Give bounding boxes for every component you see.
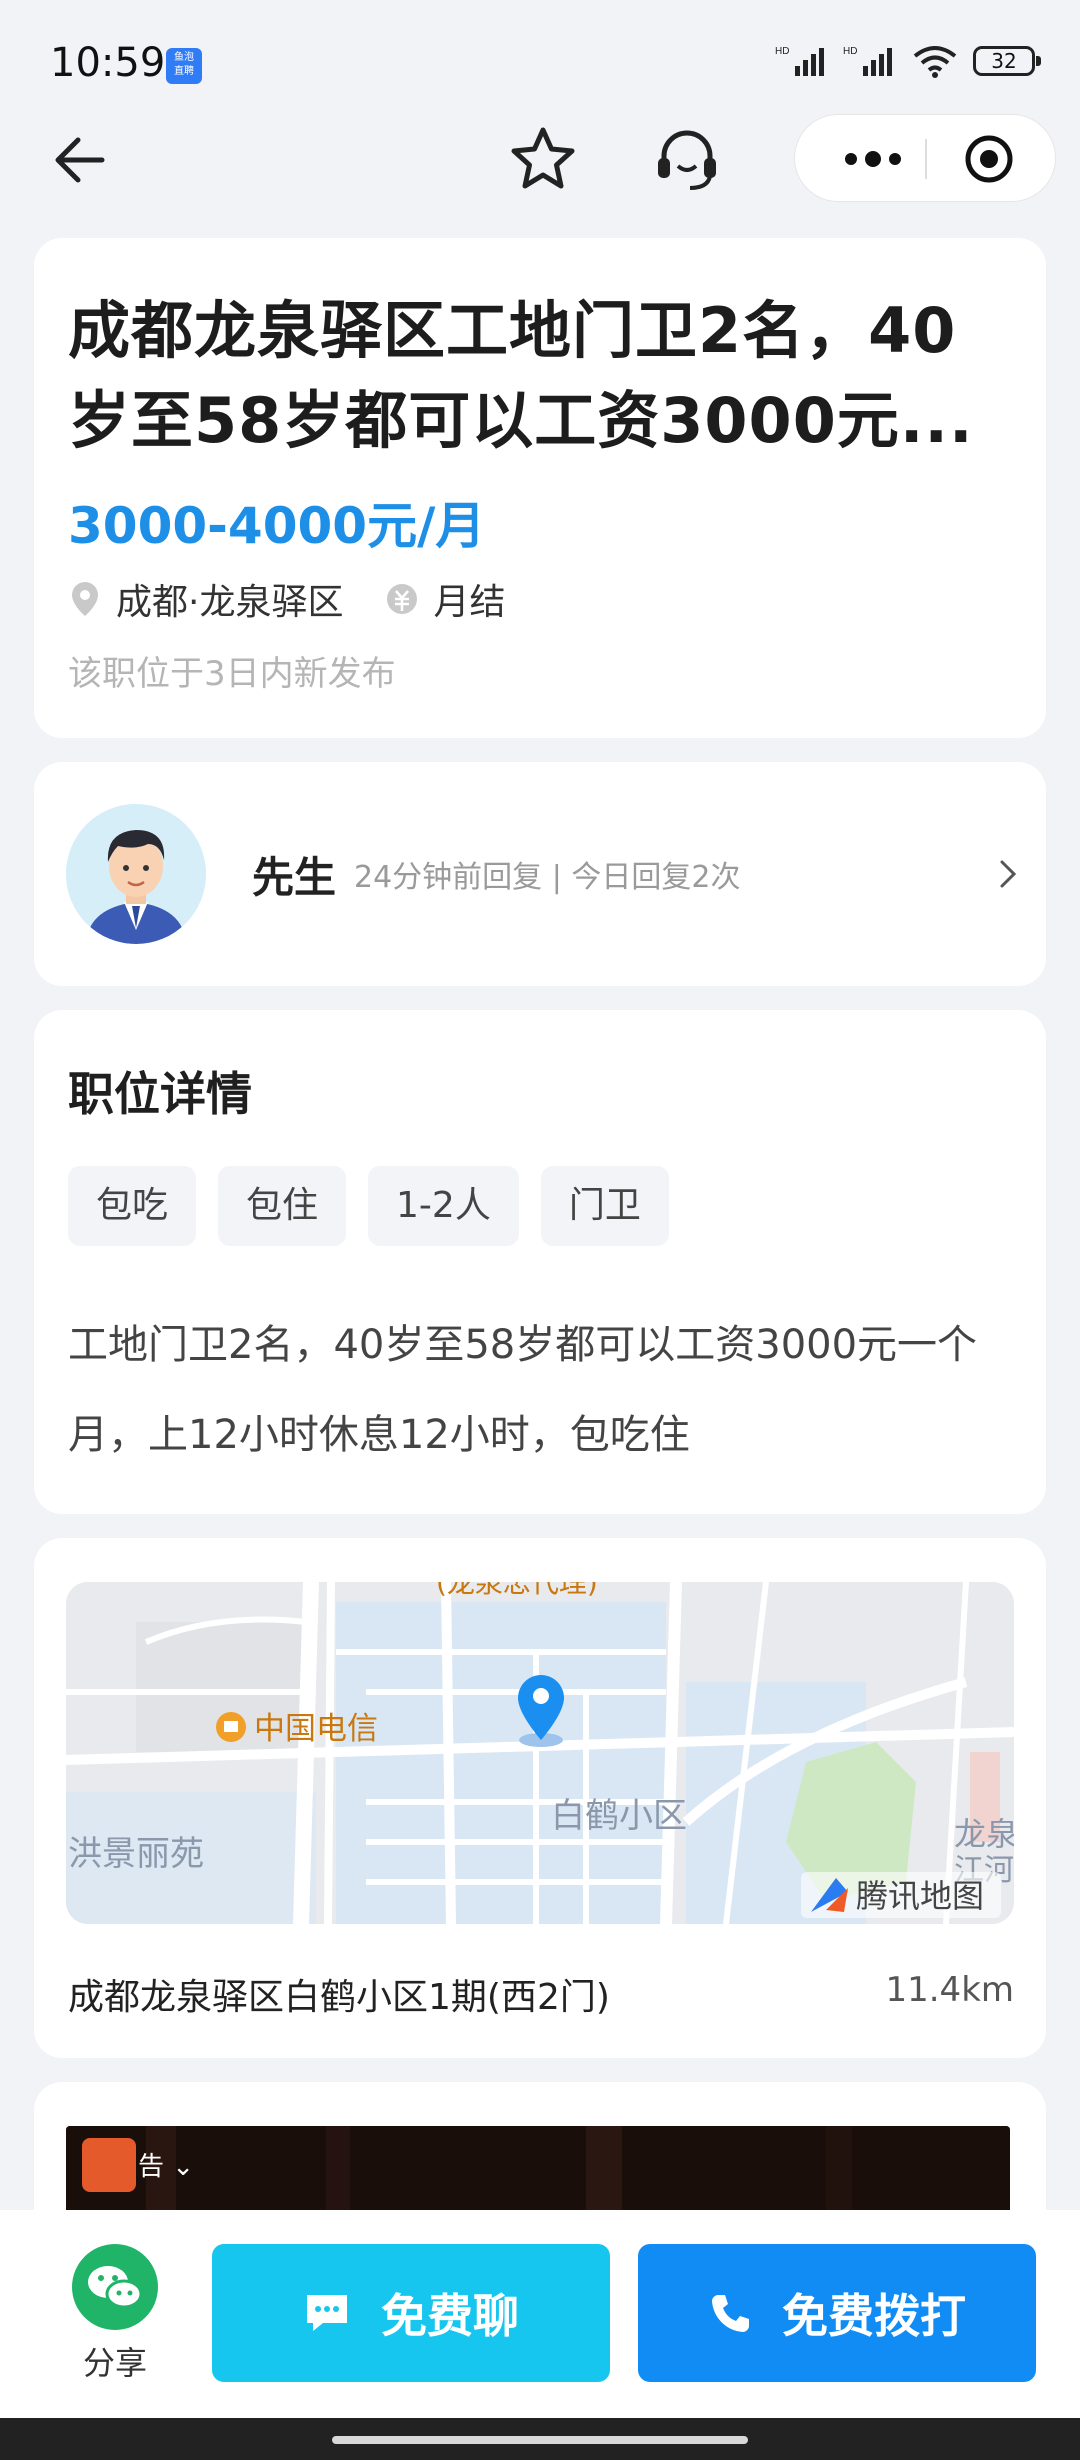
signal-icon-2: HD [843,46,892,76]
map-view[interactable]: 中国电信 白鹤小区 洪景丽苑 龙泉 江河 (龙泉忠代理) 腾讯地图 [66,1582,1014,1924]
job-meta: 成都·龙泉驿区 月结 [68,573,547,625]
location-pin-icon [72,582,98,616]
posted-info: 该职位于3日内新发布 [68,654,396,694]
avatar-illustration [66,804,206,944]
map-label-baihe: 白鹤小区 [551,1796,687,1836]
map-label-longquan: 龙泉 [954,1815,1014,1853]
details-title: 职位详情 [68,1067,252,1121]
nav-bar [0,110,1080,210]
close-target-icon[interactable] [963,133,1015,185]
address-text: 成都龙泉驿区白鹤小区1期(西2门) [68,1977,610,2018]
svg-text:HD: HD [775,46,789,57]
free-chat-button[interactable]: 免费聊 [212,2244,610,2382]
status-time: 10:59 [50,40,166,86]
status-icons: HD HD 32 [775,44,1041,78]
bottom-action-bar: 分享 免费聊 免费拨打 [0,2210,1080,2418]
salary: 3000-4000元/月 [68,497,486,555]
map-label-top: (龙泉忠代理) [436,1582,598,1599]
tag: 1-2人 [368,1166,519,1246]
map-label-telecom: 中国电信 [254,1711,378,1747]
recruiter-avatar [66,804,206,944]
svg-text:HD: HD [843,46,857,57]
badge-line1: 鱼泡 [174,52,194,63]
home-indicator[interactable] [332,2436,748,2444]
job-tags: 包吃 包住 1-2人 门卫 [68,1166,669,1246]
capsule-divider [925,139,927,179]
system-nav-bar [0,2418,1080,2460]
battery-icon: 32 [973,46,1041,76]
badge-line2: 直聘 [174,66,194,77]
chevron-right-icon [1000,860,1017,888]
location-card[interactable]: 中国电信 白鹤小区 洪景丽苑 龙泉 江河 (龙泉忠代理) 腾讯地图 成都龙泉驿区… [34,1538,1046,2058]
app-badge-icon: 鱼泡 直聘 [166,48,202,84]
more-dots-icon[interactable] [833,137,913,181]
location-item: 成都·龙泉驿区 [68,573,343,625]
ad-label[interactable]: 告 ⌄ [138,2146,194,2183]
tag: 包住 [218,1166,347,1246]
map-label-hongjing: 洪景丽苑 [68,1834,204,1874]
job-description: 工地门卫2名，40岁至58岁都可以工资3000元一个月，上12小时休息12小时，… [68,1322,978,1458]
wifi-icon [913,46,957,78]
job-summary-card: 成都龙泉驿区工地门卫2名，40岁至58岁都可以工资3000元... 3000-4… [34,238,1046,738]
wechat-icon [72,2244,158,2330]
chat-label: 免费聊 [381,2289,519,2343]
back-arrow-icon[interactable] [48,128,112,192]
share-button[interactable]: 分享 [70,2244,160,2384]
settlement-text: 月结 [433,582,506,623]
recruiter-name: 先生 [252,853,337,902]
job-details-card: 职位详情 包吃 包住 1-2人 门卫 工地门卫2名，40岁至58岁都可以工资30… [34,1010,1046,1514]
favorite-star-icon[interactable] [508,124,578,194]
map-graphic: 中国电信 白鹤小区 洪景丽苑 龙泉 江河 (龙泉忠代理) 腾讯地图 [66,1582,1014,1924]
chat-bubble-icon [307,2295,347,2331]
recruiter-reply-info: 24分钟前回复 | 今日回复2次 [354,860,741,895]
ad-logo-icon [82,2138,136,2192]
free-call-button[interactable]: 免费拨打 [638,2244,1036,2382]
map-provider-label: 腾讯地图 [856,1877,984,1915]
mini-program-capsule [794,114,1056,202]
call-label: 免费拨打 [782,2289,966,2343]
job-title: 成都龙泉驿区工地门卫2名，40岁至58岁都可以工资3000元... [68,294,974,457]
money-icon [387,584,418,614]
share-label: 分享 [82,2344,147,2382]
distance-text: 11.4km [885,1970,1014,2010]
tag: 门卫 [540,1166,669,1246]
phone-icon [712,2295,749,2332]
ad-label-text: 告 [138,2152,165,2182]
tag: 包吃 [68,1166,197,1246]
location-text: 成都·龙泉驿区 [116,582,344,623]
signal-icon: HD [775,46,824,76]
customer-service-icon[interactable] [652,124,722,194]
settlement-item: 月结 [385,573,505,625]
recruiter-card[interactable]: 先生 24分钟前回复 | 今日回复2次 [34,762,1046,986]
